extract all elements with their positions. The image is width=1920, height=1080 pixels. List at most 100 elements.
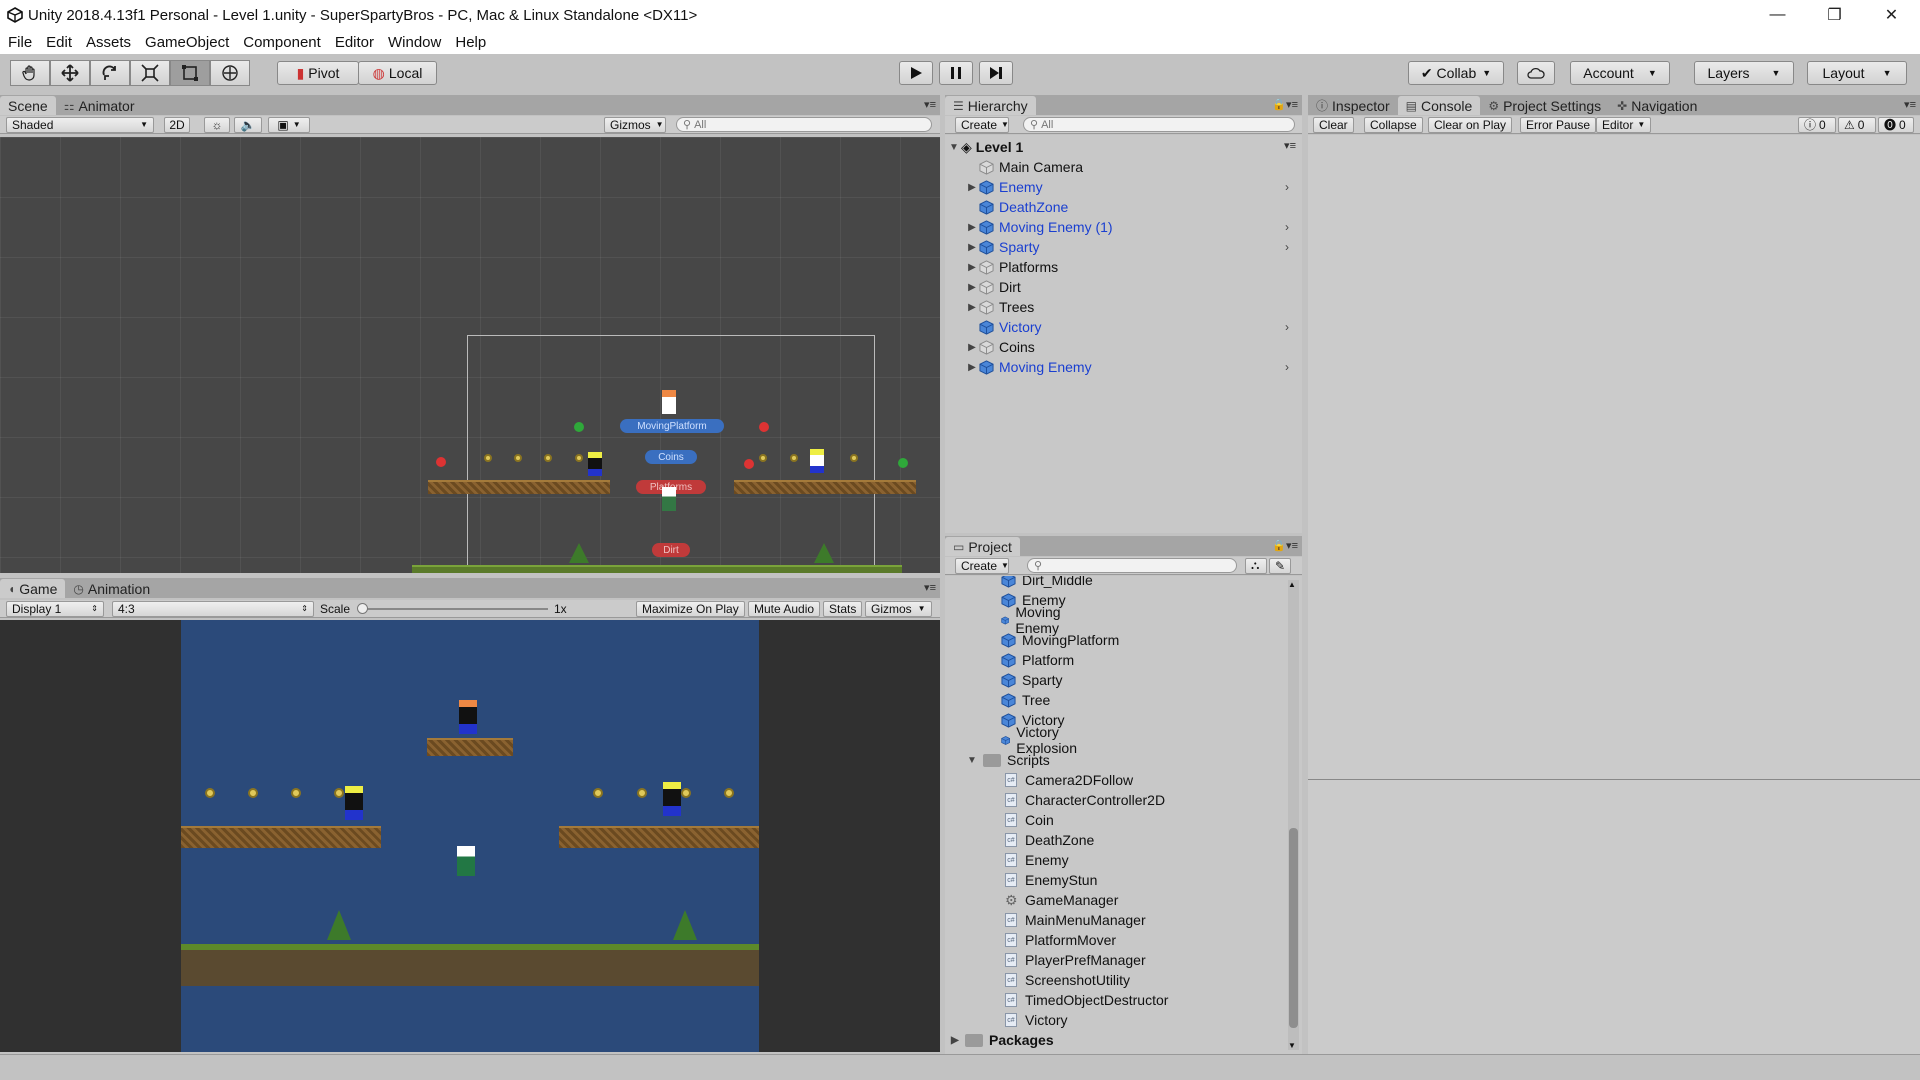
lighting-toggle[interactable]: ☼ [204,116,230,133]
scale-tool-icon[interactable] [130,60,170,86]
hierarchy-item[interactable]: ▶ Coins [965,337,1302,357]
console-error-pause-button[interactable]: Error Pause [1520,116,1597,133]
project-script-item[interactable]: c# PlayerPrefManager [1005,950,1146,970]
maximize-button[interactable]: ❐ [1806,0,1863,30]
hierarchy-item[interactable]: ▶ Moving Enemy › [965,357,1302,377]
scene-search-input[interactable]: ⚲ All [676,117,932,132]
hierarchy-search-input[interactable]: ⚲ All [1023,117,1295,132]
error-count-toggle[interactable]: ⓿0 [1878,116,1914,133]
console-collapse-button[interactable]: Collapse [1364,116,1423,133]
panel-menu-icon[interactable]: ▾≡ [924,98,936,111]
hand-tool-icon[interactable] [10,60,50,86]
scene-view[interactable]: MovingPlatform Coins Platforms Dirt [0,137,940,573]
tab-hierarchy[interactable]: ☰ Hierarchy [945,96,1036,115]
pivot-toggle[interactable]: ▮ Pivot [277,61,359,85]
2d-toggle[interactable]: 2D [164,116,190,133]
project-script-item[interactable]: c# Camera2DFollow [1005,770,1133,790]
project-script-item[interactable]: c# CharacterController2D [1005,790,1165,810]
audio-toggle[interactable]: 🔈 [234,116,262,133]
project-script-item[interactable]: c# ScreenshotUtility [1005,970,1130,990]
stats-button[interactable]: Stats [823,600,863,617]
hierarchy-item[interactable]: ▶ Sparty › [965,237,1302,257]
scene-root[interactable]: ▼ ◈ Level 1 [947,137,1302,157]
project-scrollbar[interactable]: ▲ ▼ [1288,580,1299,1050]
game-view[interactable] [0,620,940,1052]
project-prefab-item[interactable]: Moving Enemy [1001,604,1067,636]
project-script-item[interactable]: c# DeathZone [1005,830,1094,850]
lock-icon[interactable]: 🔒▾≡ [1272,539,1298,552]
expand-arrow-icon[interactable]: ▶ [965,262,979,273]
tab-console[interactable]: ▤ Console [1397,96,1481,115]
info-count-toggle[interactable]: ⓘ 0 [1798,116,1836,133]
hierarchy-create-dropdown[interactable]: Create ▼ [955,116,1009,133]
menu-editor[interactable]: Editor [335,34,374,51]
project-script-item[interactable]: c# Enemy [1005,850,1069,870]
panel-menu-icon[interactable]: ▾≡ [924,581,936,594]
panel-menu-icon[interactable]: ▾≡ [1904,98,1916,111]
console-clear-on-play-button[interactable]: Clear on Play [1428,116,1513,133]
transform-tool-icon[interactable] [210,60,250,86]
scale-slider[interactable] [357,603,548,614]
tab-navigation[interactable]: ✜ Navigation [1609,96,1705,115]
warning-count-toggle[interactable]: ⚠ 0 [1838,116,1876,133]
hierarchy-item[interactable]: ▶ Moving Enemy (1) › [965,217,1302,237]
shading-dropdown[interactable]: Shaded ▼ [6,116,154,133]
scale-slider-thumb[interactable] [357,603,368,614]
move-tool-icon[interactable] [50,60,90,86]
local-toggle[interactable]: ◍ Local [358,61,437,85]
console-splitter[interactable] [1308,779,1920,780]
tab-animator[interactable]: ⚏ Animator [56,96,143,115]
hierarchy-item[interactable]: ▶ Trees [965,297,1302,317]
play-button[interactable] [899,61,933,85]
pause-button[interactable] [939,61,973,85]
menu-component[interactable]: Component [243,34,321,51]
menu-help[interactable]: Help [455,34,486,51]
tab-inspector[interactable]: ⓘ Inspector [1308,96,1398,115]
project-prefab-item[interactable]: Tree [1001,690,1050,710]
open-prefab-chevron-icon[interactable]: › [1285,360,1289,374]
project-prefab-item[interactable]: MovingPlatform [1001,630,1119,650]
hierarchy-item[interactable]: Main Camera [965,157,1302,177]
game-viewport[interactable] [181,620,759,1052]
expand-arrow-icon[interactable]: ▼ [967,755,977,766]
expand-arrow-icon[interactable]: ▶ [965,342,979,353]
open-prefab-chevron-icon[interactable]: › [1285,240,1289,254]
tab-game[interactable]: ◖ Game [0,579,66,598]
scroll-down-icon[interactable]: ▼ [1288,1041,1296,1050]
aspect-dropdown[interactable]: 4:3 ⇕ [112,600,314,617]
layers-dropdown[interactable]: Layers ▼ [1694,61,1794,85]
expand-arrow-icon[interactable]: ▶ [965,362,979,373]
expand-arrow-icon[interactable]: ▶ [965,282,979,293]
scene-menu-icon[interactable]: ▾≡ [1284,139,1296,152]
project-script-item[interactable]: ⚙ GameManager [1005,890,1118,910]
tab-scene[interactable]: Scene [0,96,56,115]
effects-dropdown[interactable]: ▣ ▼ [268,116,310,133]
menu-gameobject[interactable]: GameObject [145,34,229,51]
expand-arrow-icon[interactable]: ▶ [965,242,979,253]
open-prefab-chevron-icon[interactable]: › [1285,320,1289,334]
menu-file[interactable]: File [8,34,32,51]
layout-dropdown[interactable]: Layout ▼ [1807,61,1907,85]
scroll-up-icon[interactable]: ▲ [1288,580,1296,589]
gizmos-dropdown[interactable]: Gizmos ▼ [604,116,666,133]
lock-icon[interactable]: 🔒▾≡ [1272,98,1298,111]
project-create-dropdown[interactable]: Create ▼ [955,557,1009,574]
mute-audio-button[interactable]: Mute Audio [748,600,821,617]
expand-arrow-icon[interactable]: ▼ [947,142,961,153]
rotate-tool-icon[interactable] [90,60,130,86]
minimize-button[interactable]: — [1749,0,1806,30]
open-prefab-chevron-icon[interactable]: › [1285,220,1289,234]
close-button[interactable]: ✕ [1863,0,1920,30]
hierarchy-item[interactable]: DeathZone [965,197,1302,217]
console-clear-button[interactable]: Clear [1313,116,1354,133]
hierarchy-item[interactable]: ▶ Platforms [965,257,1302,277]
collab-dropdown[interactable]: ✔ Collab ▼ [1408,61,1504,85]
expand-arrow-icon[interactable]: ▶ [965,222,979,233]
project-script-item[interactable]: c# EnemyStun [1005,870,1097,890]
hierarchy-item[interactable]: Victory › [965,317,1302,337]
filter-by-type-button[interactable]: ⛬ [1245,557,1267,574]
hierarchy-item[interactable]: ▶ Enemy › [965,177,1302,197]
filter-by-label-button[interactable]: ✎ [1269,557,1291,574]
project-script-item[interactable]: c# TimedObjectDestructor [1005,990,1168,1010]
project-folder-packages[interactable]: ▶ Packages [951,1030,1054,1050]
